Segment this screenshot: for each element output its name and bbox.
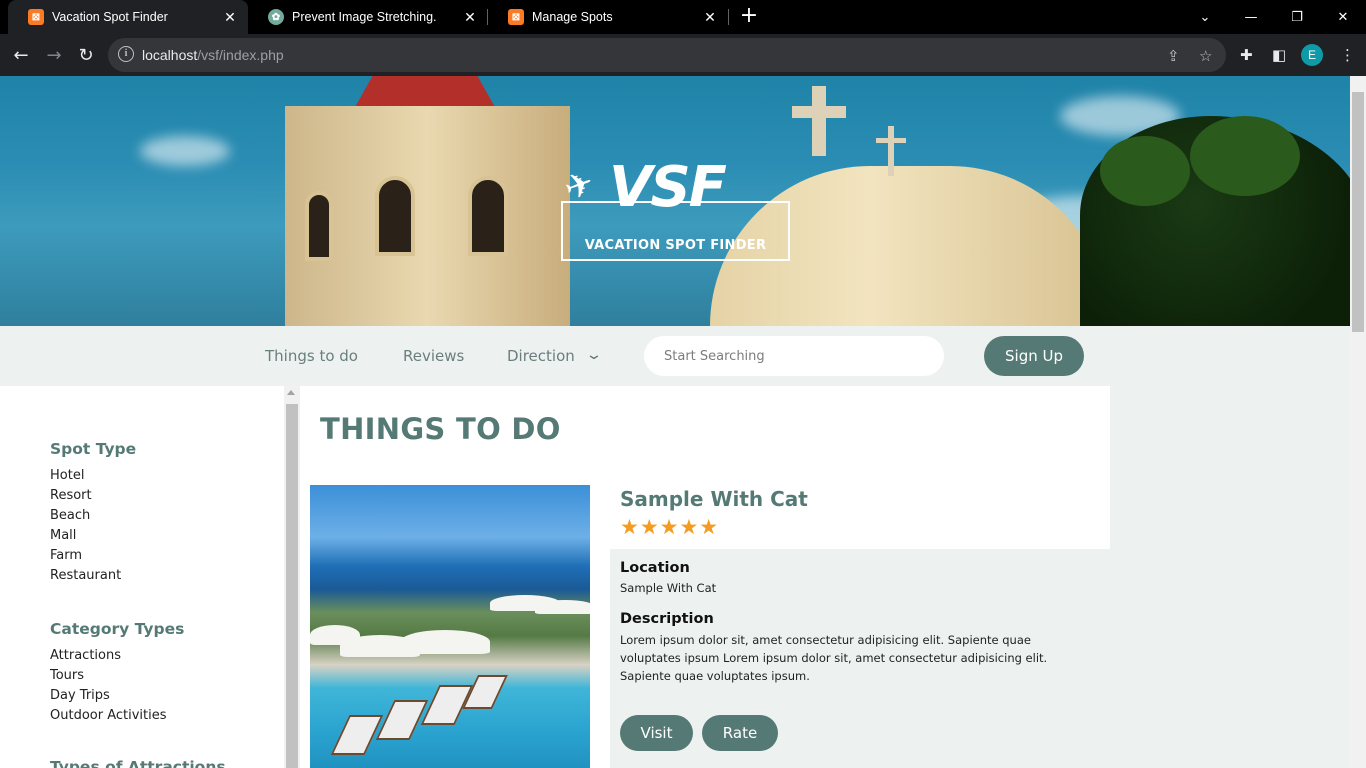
sidebar-item-resort[interactable]: Resort xyxy=(50,488,92,503)
spot-header: Sample With Cat ★★★★★ xyxy=(610,485,1110,549)
umbrella xyxy=(310,625,360,645)
chatgpt-icon: ✿ xyxy=(268,9,284,25)
reload-button[interactable]: ↻ xyxy=(73,42,99,68)
main-navbar: Things to do Reviews Direction ⌄ Sign Up xyxy=(0,326,1350,386)
page-title: THINGS TO DO xyxy=(320,412,561,446)
tree-leaves xyxy=(1190,116,1300,196)
browser-toolbar: ← → ↻ i localhost/vsf/index.php ⇪ ☆ ✚ ◧ … xyxy=(0,34,1366,76)
sidebar-item-tours[interactable]: Tours xyxy=(50,668,84,683)
back-button[interactable]: ← xyxy=(8,42,34,68)
menu-kebab-icon[interactable]: ⋮ xyxy=(1340,46,1355,64)
star-rating-icon: ★★★★★ xyxy=(620,515,720,539)
chevron-down-icon[interactable]: ⌄ xyxy=(585,347,603,363)
sidebar-item-mall[interactable]: Mall xyxy=(50,528,76,543)
spot-photo[interactable] xyxy=(310,485,590,768)
url-text: localhost/vsf/index.php xyxy=(142,47,284,63)
profile-avatar[interactable]: E xyxy=(1301,44,1323,66)
close-icon[interactable]: ✕ xyxy=(460,9,480,26)
sidebar-heading-spot-type: Spot Type xyxy=(50,440,137,458)
page-scrollbar[interactable] xyxy=(1350,76,1366,768)
umbrella xyxy=(535,600,590,614)
share-icon[interactable]: ⇪ xyxy=(1167,47,1180,65)
hero-banner: ✈ VSF VACATION SPOT FINDER xyxy=(0,76,1350,326)
side-panel-icon[interactable]: ◧ xyxy=(1272,46,1286,64)
spot-details: Location Sample With Cat Description Lor… xyxy=(610,549,1110,768)
sidebar-item-outdoor-activities[interactable]: Outdoor Activities xyxy=(50,708,167,723)
tab-title: Vacation Spot Finder xyxy=(52,10,168,24)
cloud xyxy=(140,136,230,166)
site-info-icon[interactable]: i xyxy=(118,46,134,62)
church-cross xyxy=(792,106,846,118)
tower-window xyxy=(375,176,415,256)
logo-tagline: VACATION SPOT FINDER xyxy=(584,238,767,253)
sidebar-heading-category-types: Category Types xyxy=(50,620,185,638)
church-cross xyxy=(812,86,826,156)
tab-prevent-image-stretching[interactable]: ✿ Prevent Image Stretching. ✕ xyxy=(248,0,488,34)
tab-title: Prevent Image Stretching. xyxy=(292,10,437,24)
lounge-chair xyxy=(462,675,508,709)
sidebar-item-restaurant[interactable]: Restaurant xyxy=(50,568,121,583)
sidebar-item-day-trips[interactable]: Day Trips xyxy=(50,688,110,703)
main-content: THINGS TO DO Sample With Cat ★★★★★ Locat… xyxy=(300,386,1110,768)
tower-window xyxy=(305,191,333,261)
restore-button[interactable]: ❐ xyxy=(1274,0,1320,34)
tab-manage-spots[interactable]: ⊠ Manage Spots ✕ xyxy=(488,0,728,34)
sidebar-heading-types-of-attractions: Types of Attractions xyxy=(50,758,226,768)
close-icon[interactable]: ✕ xyxy=(220,9,240,26)
vsf-logo[interactable]: ✈ VSF VACATION SPOT FINDER xyxy=(559,156,790,262)
tab-separator xyxy=(728,9,729,25)
right-gutter xyxy=(1110,386,1350,768)
xampp-icon: ⊠ xyxy=(28,9,44,25)
nav-reviews[interactable]: Reviews xyxy=(403,347,464,365)
lounge-chair xyxy=(375,700,429,740)
sidebar-scroll-thumb[interactable] xyxy=(286,404,298,768)
sidebar-scrollbar[interactable] xyxy=(284,386,300,768)
tab-search-icon[interactable]: ⌄ xyxy=(1182,0,1228,34)
spot-title[interactable]: Sample With Cat xyxy=(620,487,808,511)
address-bar[interactable]: i localhost/vsf/index.php ⇪ ☆ xyxy=(108,38,1226,72)
location-value: Sample With Cat xyxy=(620,581,717,595)
sign-up-button[interactable]: Sign Up xyxy=(984,336,1084,376)
filter-sidebar: Spot Type Hotel Resort Beach Mall Farm R… xyxy=(0,386,284,768)
tower-window xyxy=(468,176,508,256)
rate-button[interactable]: Rate xyxy=(702,715,778,751)
sidebar-item-hotel[interactable]: Hotel xyxy=(50,468,84,483)
close-icon[interactable]: ✕ xyxy=(700,9,720,26)
description-label: Description xyxy=(620,611,714,627)
description-value: Lorem ipsum dolor sit, amet consectetur … xyxy=(620,633,1048,683)
minimize-button[interactable]: — xyxy=(1228,0,1274,34)
sidebar-item-attractions[interactable]: Attractions xyxy=(50,648,121,663)
browser-tab-bar: ⊠ Vacation Spot Finder ✕ ✿ Prevent Image… xyxy=(0,0,1366,34)
xampp-icon: ⊠ xyxy=(508,9,524,25)
page-scroll-thumb[interactable] xyxy=(1352,92,1364,332)
sidebar-item-farm[interactable]: Farm xyxy=(50,548,82,563)
extensions-puzzle-icon[interactable]: ✚ xyxy=(1240,46,1253,64)
new-tab-button[interactable]: + xyxy=(737,5,761,29)
tab-title: Manage Spots xyxy=(532,10,613,24)
close-window-button[interactable]: ✕ xyxy=(1320,0,1366,34)
search-input[interactable] xyxy=(644,336,944,376)
visit-button[interactable]: Visit xyxy=(620,715,693,751)
tab-vacation-spot-finder[interactable]: ⊠ Vacation Spot Finder ✕ xyxy=(8,0,248,34)
church-cross xyxy=(888,126,894,176)
page-viewport: ✈ VSF VACATION SPOT FINDER Things to do … xyxy=(0,76,1350,768)
nav-direction[interactable]: Direction xyxy=(507,347,575,365)
bookmark-star-icon[interactable]: ☆ xyxy=(1199,47,1212,65)
tree-leaves xyxy=(1100,136,1190,206)
sidebar-item-beach[interactable]: Beach xyxy=(50,508,90,523)
forward-button[interactable]: → xyxy=(41,42,67,68)
scroll-up-icon[interactable] xyxy=(287,390,295,395)
location-label: Location xyxy=(620,560,690,576)
lounge-chair xyxy=(330,715,384,755)
umbrella xyxy=(400,630,490,654)
church-cross xyxy=(876,138,906,143)
nav-things-to-do[interactable]: Things to do xyxy=(265,347,358,365)
